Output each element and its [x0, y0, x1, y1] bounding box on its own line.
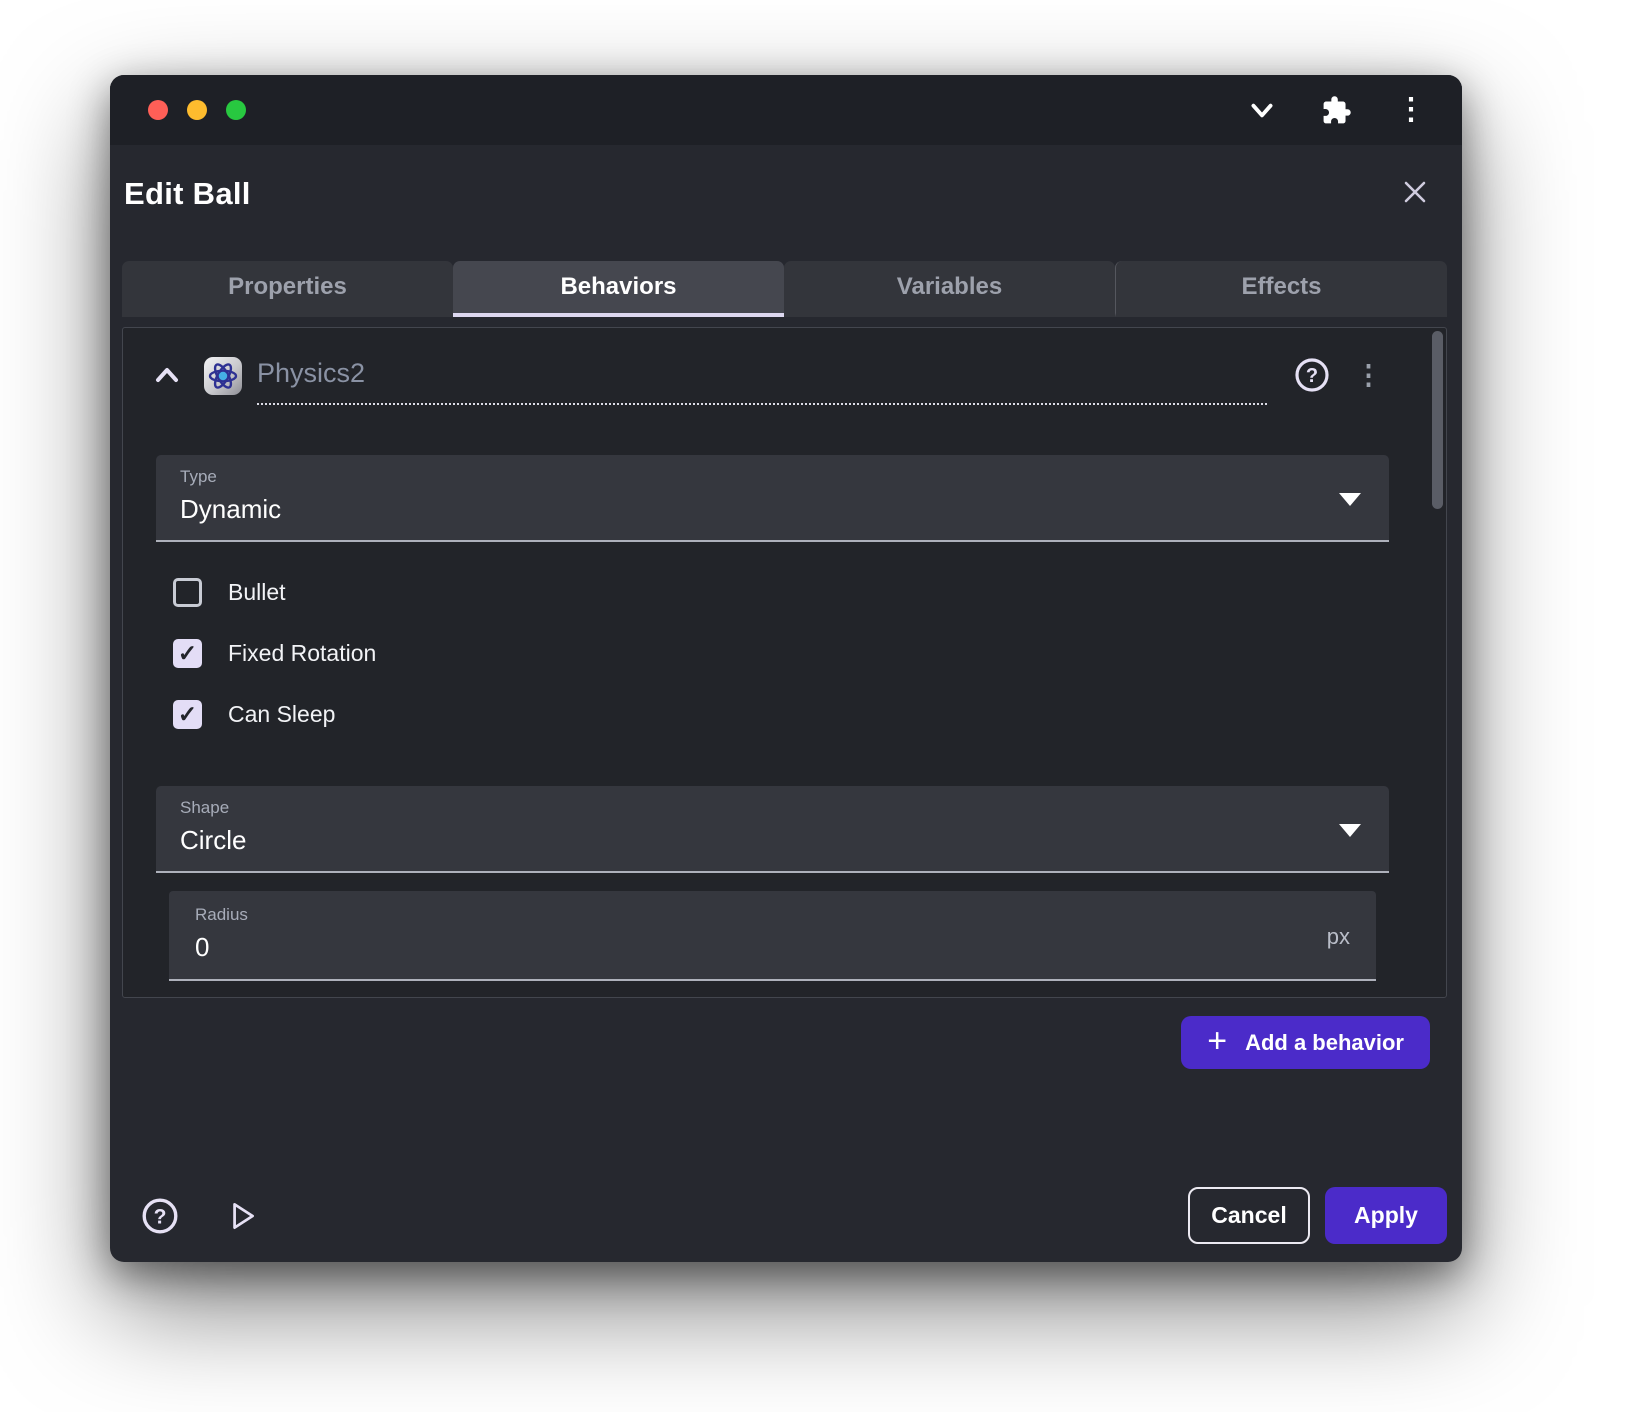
plus-icon: + [1207, 1024, 1227, 1058]
close-window-button[interactable] [148, 100, 168, 120]
check-icon: ✓ [178, 642, 197, 665]
check-icon: ✓ [178, 703, 197, 726]
extensions-puzzle-icon[interactable] [1321, 95, 1352, 126]
browser-menu-kebab-icon[interactable]: ⋮ [1396, 96, 1426, 124]
behaviors-list-panel: Physics2 ? ⋮ Type Dynamic ✓ Bullet ✓ [122, 327, 1447, 998]
behavior-header: Physics2 ? ⋮ [123, 328, 1446, 405]
tab-behaviors[interactable]: Behaviors [453, 261, 784, 317]
shape-value: Circle [180, 825, 1365, 856]
dropdown-caret-icon [1339, 824, 1361, 837]
behavior-name-field[interactable]: Physics2 [257, 358, 1267, 405]
svg-text:?: ? [154, 1205, 167, 1228]
checkbox-box: ✓ [173, 578, 202, 607]
checkbox-can-sleep[interactable]: ✓ Can Sleep [173, 692, 1446, 736]
checkbox-bullet[interactable]: ✓ Bullet [173, 570, 1446, 614]
svg-text:?: ? [1306, 365, 1318, 387]
add-behavior-button[interactable]: + Add a behavior [1181, 1016, 1430, 1069]
type-select[interactable]: Type Dynamic [156, 455, 1389, 542]
checkbox-box: ✓ [173, 639, 202, 668]
type-label: Type [180, 467, 1365, 487]
minimize-window-button[interactable] [187, 100, 207, 120]
behavior-help-icon[interactable]: ? [1293, 356, 1331, 399]
radius-unit: px [1327, 924, 1350, 950]
checkbox-fixed-rotation[interactable]: ✓ Fixed Rotation [173, 631, 1446, 675]
tab-effects[interactable]: Effects [1115, 261, 1447, 317]
dialog-footer: ? Cancel Apply [110, 1187, 1462, 1262]
radius-input[interactable] [195, 932, 1306, 963]
radius-field: Radius px [169, 891, 1376, 981]
behavior-name: Physics2 [257, 358, 365, 388]
checkbox-group: ✓ Bullet ✓ Fixed Rotation ✓ Can Sleep [173, 570, 1446, 736]
cancel-button[interactable]: Cancel [1188, 1187, 1310, 1244]
collapse-chevron-up-icon[interactable] [153, 364, 181, 391]
zoom-window-button[interactable] [226, 100, 246, 120]
chevron-down-icon[interactable] [1247, 95, 1277, 125]
window-titlebar: ⋮ [110, 75, 1462, 145]
radius-label: Radius [195, 905, 1306, 925]
shape-label: Shape [180, 798, 1365, 818]
play-preview-icon[interactable] [224, 1198, 260, 1234]
physics-atom-icon [203, 356, 243, 401]
apply-button[interactable]: Apply [1325, 1187, 1447, 1244]
type-value: Dynamic [180, 494, 1365, 525]
help-icon[interactable]: ? [140, 1196, 180, 1236]
page-title: Edit Ball [124, 173, 251, 215]
checkbox-box: ✓ [173, 700, 202, 729]
behavior-options-kebab-icon[interactable]: ⋮ [1355, 360, 1382, 391]
tab-properties[interactable]: Properties [122, 261, 453, 317]
edit-ball-dialog-window: ⋮ Edit Ball Properties Behaviors Variabl… [110, 75, 1462, 1262]
traffic-lights [148, 100, 246, 120]
dropdown-caret-icon [1339, 493, 1361, 506]
dialog-tabs: Properties Behaviors Variables Effects [122, 261, 1447, 317]
vertical-scrollbar[interactable] [1432, 331, 1443, 509]
tab-variables[interactable]: Variables [784, 261, 1115, 317]
close-dialog-icon[interactable] [1398, 175, 1432, 214]
shape-select[interactable]: Shape Circle [156, 786, 1389, 873]
